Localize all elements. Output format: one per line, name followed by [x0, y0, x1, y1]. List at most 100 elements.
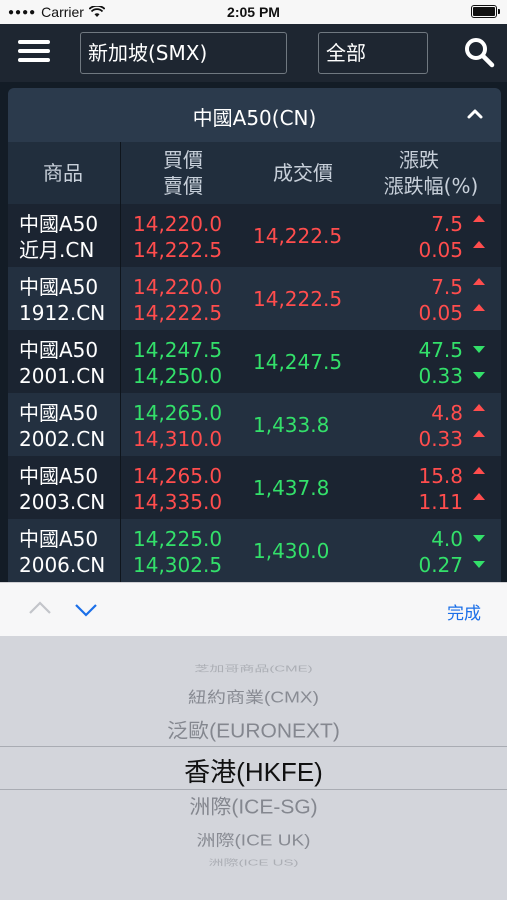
change-pct-value: 0.33 [418, 364, 463, 388]
col-bid: 買價 [163, 148, 203, 172]
hamburger-icon [18, 40, 50, 44]
product-name-line2: 1912.CN [19, 301, 106, 325]
bid-ask: 14,220.0 14,222.5 [133, 211, 222, 263]
product-name-line2: 2002.CN [19, 427, 106, 451]
market-select[interactable]: 新加坡(SMX) [80, 32, 287, 74]
search-icon[interactable] [463, 36, 495, 68]
product-name-line2: 近月.CN [19, 238, 95, 262]
triangle-up-icon [473, 304, 485, 311]
product-name-line2: 2006.CN [19, 553, 106, 577]
exchange-picker[interactable]: 芝加哥商品(CME) 紐約商業(CMX) 泛歐(EURONEXT) 香港(HKFE) 洲… [0, 636, 507, 900]
product-name: 中國A50 2006.CN [19, 526, 117, 578]
triangle-up-icon [473, 430, 485, 437]
table-row[interactable]: 中國A50 1912.CN 14,220.0 14,222.5 14,222.5 7.5 0… [8, 267, 501, 330]
product-name-line1: 中國A50 [19, 464, 99, 488]
ask-price: 14,250.0 [133, 364, 223, 388]
product-name-line1: 中國A50 [19, 338, 99, 362]
top-bar: 新加坡(SMX) 全部 [0, 24, 507, 82]
done-button[interactable]: 完成 [447, 599, 481, 624]
triangle-down-icon [473, 561, 485, 568]
last-price: 14,247.5 [253, 350, 343, 374]
last-price: 1,437.8 [253, 476, 330, 500]
ask-price: 14,222.5 [133, 301, 223, 325]
change-values: 7.5 0.05 [418, 274, 463, 326]
column-headers: 商品 買價 賣價 成交價 漲跌 漲跌幅(%) [8, 142, 501, 204]
change-pct-value: 0.27 [418, 553, 463, 577]
change-pct-value: 0.33 [418, 427, 463, 451]
triangle-up-icon [473, 278, 485, 285]
triangle-down-icon [473, 535, 485, 542]
section-title: 中國A50(CN) [192, 106, 317, 130]
table-row[interactable]: 中國A50 2001.CN 14,247.5 14,250.0 14,247.5 47.5… [8, 330, 501, 393]
change-value: 4.8 [431, 401, 463, 425]
col-ask: 賣價 [163, 174, 203, 198]
triangle-up-icon [473, 404, 485, 411]
change-value: 47.5 [418, 338, 463, 362]
picker-option[interactable]: 洲際(ICE UK) [0, 828, 507, 850]
menu-button[interactable] [18, 40, 50, 64]
picker-option[interactable]: 芝加哥商品(CME) [0, 663, 507, 675]
change-pct-value: 0.05 [418, 301, 463, 325]
change-values: 15.8 1.11 [418, 463, 463, 515]
change-value: 7.5 [431, 275, 463, 299]
last-price: 14,222.5 [253, 224, 343, 248]
section-header[interactable]: 中國A50(CN) [8, 88, 501, 142]
change-pct-value: 1.11 [418, 490, 463, 514]
product-name-line1: 中國A50 [19, 212, 99, 236]
product-name: 中國A50 2001.CN [19, 337, 117, 389]
triangle-up-icon [473, 215, 485, 222]
triangle-up-icon [473, 493, 485, 500]
bid-ask: 14,225.0 14,302.5 [133, 526, 222, 578]
triangle-down-icon [473, 346, 485, 353]
change-value: 7.5 [431, 212, 463, 236]
triangle-down-icon [473, 372, 485, 379]
bid-ask: 14,220.0 14,222.5 [133, 274, 222, 326]
chevron-down-icon[interactable] [72, 597, 100, 621]
table-row[interactable]: 中國A50 近月.CN 14,220.0 14,222.5 14,222.5 7.5 0.0… [8, 204, 501, 267]
product-name-line1: 中國A50 [19, 401, 99, 425]
picker-option[interactable]: 泛歐(EURONEXT) [0, 716, 507, 745]
change-value: 15.8 [418, 464, 463, 488]
bid-price: 14,220.0 [133, 212, 223, 236]
chevron-up-icon[interactable] [26, 597, 54, 621]
bid-ask: 14,265.0 14,335.0 [133, 463, 222, 515]
column-divider [120, 142, 121, 582]
picker-option-selected[interactable]: 香港(HKFE) [0, 752, 507, 789]
triangle-up-icon [473, 467, 485, 474]
change-values: 47.5 0.33 [418, 337, 463, 389]
change-values: 4.8 0.33 [418, 400, 463, 452]
product-name-line2: 2001.CN [19, 364, 106, 388]
change-values: 7.5 0.05 [418, 211, 463, 263]
status-time: 2:05 PM [227, 4, 280, 20]
bid-ask: 14,265.0 14,310.0 [133, 400, 222, 452]
product-name-line2: 2003.CN [19, 490, 106, 514]
bid-price: 14,225.0 [133, 527, 223, 551]
change-values: 4.0 0.27 [418, 526, 463, 578]
triangle-up-icon [473, 241, 485, 248]
picker-toolbar: 完成 [0, 582, 507, 636]
bid-price: 14,220.0 [133, 275, 223, 299]
last-price: 1,430.0 [253, 539, 330, 563]
product-name: 中國A50 1912.CN [19, 274, 117, 326]
product-name: 中國A50 2003.CN [19, 463, 117, 515]
bid-price: 14,247.5 [133, 338, 223, 362]
picker-option[interactable]: 紐約商業(CMX) [0, 685, 507, 707]
table-row[interactable]: 中國A50 2002.CN 14,265.0 14,310.0 1,433.8 4.8 0.… [8, 393, 501, 456]
picker-option[interactable]: 洲際(ICE US) [0, 857, 507, 869]
picker-option[interactable]: 洲際(ICE-SG) [0, 792, 507, 821]
change-pct-value: 0.05 [418, 238, 463, 262]
chevron-up-icon[interactable] [465, 106, 485, 122]
table-row[interactable]: 中國A50 2006.CN 14,225.0 14,302.5 1,430.0 4.0 0.… [8, 519, 501, 582]
col-last: 成交價 [273, 161, 333, 185]
battery-icon [471, 5, 500, 18]
last-price: 14,222.5 [253, 287, 343, 311]
product-name-line1: 中國A50 [19, 527, 99, 551]
type-select[interactable]: 全部 [318, 32, 428, 74]
table-row[interactable]: 中國A50 2003.CN 14,265.0 14,335.0 1,437.8 15.8 1… [8, 456, 501, 519]
last-price: 1,433.8 [253, 413, 330, 437]
ask-price: 14,222.5 [133, 238, 223, 262]
ask-price: 14,335.0 [133, 490, 223, 514]
change-value: 4.0 [431, 527, 463, 551]
col-change-pct: 漲跌幅(%) [383, 174, 479, 198]
ask-price: 14,302.5 [133, 553, 223, 577]
